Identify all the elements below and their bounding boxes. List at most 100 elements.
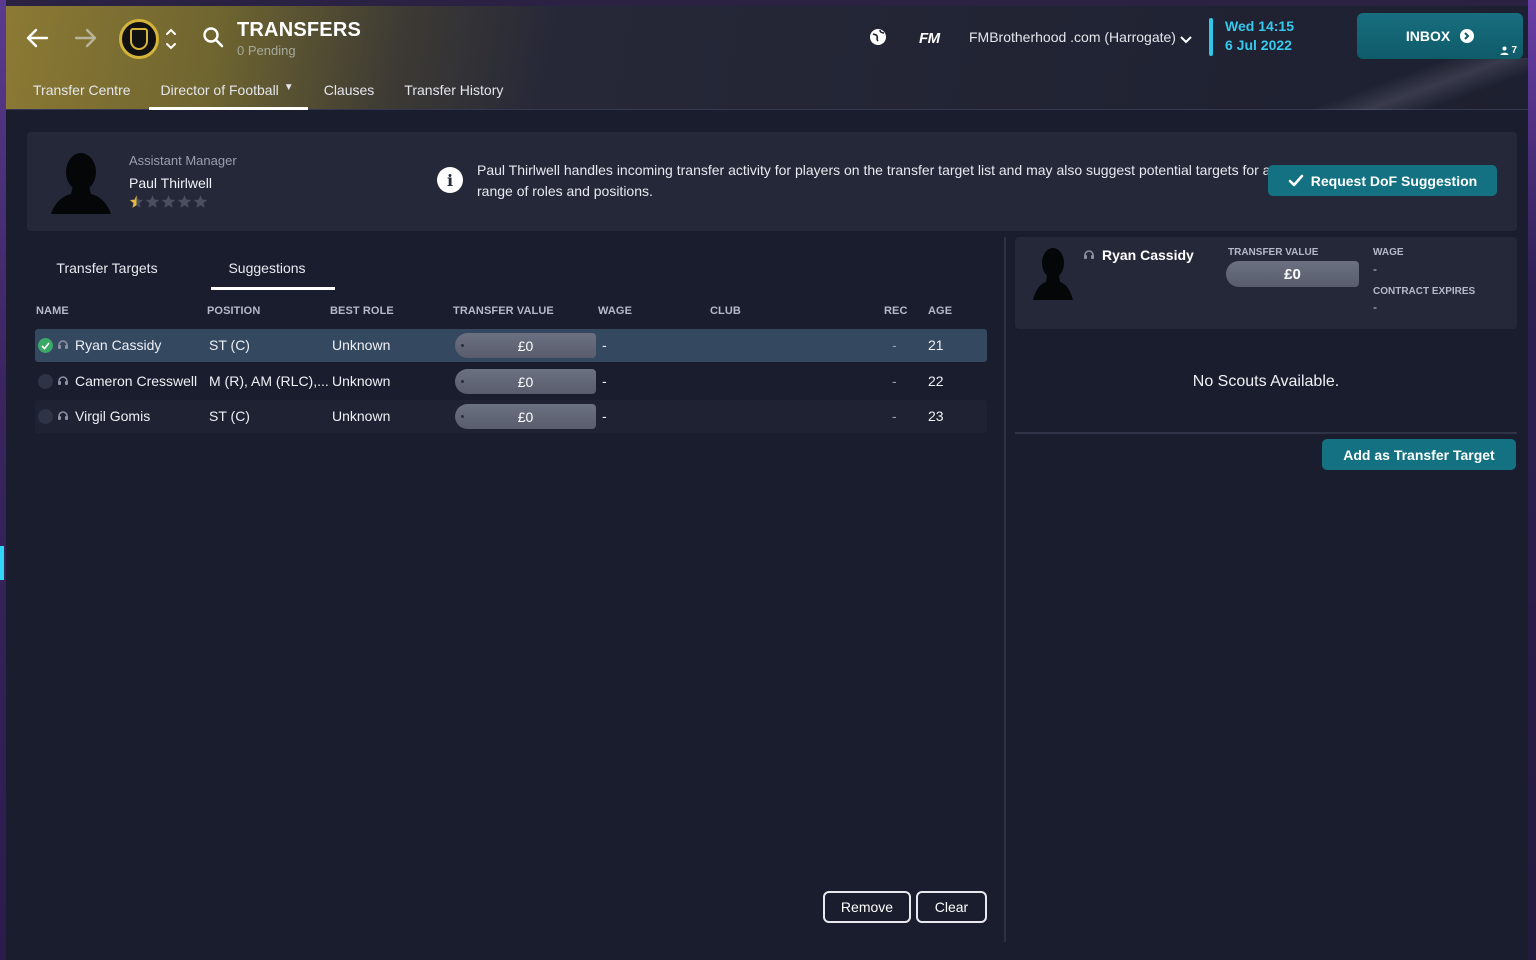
search-button[interactable]: [202, 26, 224, 53]
player-rec: -: [892, 408, 897, 424]
col-header-club[interactable]: CLUB: [710, 305, 741, 317]
staff-avatar[interactable]: [51, 150, 111, 214]
button-label: Clear: [934, 899, 969, 915]
clear-button[interactable]: Clear: [916, 891, 987, 923]
sidebar-indicator: [0, 546, 4, 580]
transfer-value-pill: £0: [455, 369, 596, 394]
tab-transfer-centre[interactable]: Transfer Centre: [33, 82, 131, 110]
player-position: ST (C): [209, 408, 250, 424]
player-best-role: Unknown: [332, 373, 391, 389]
inbox-count: 7: [1511, 45, 1517, 56]
player-name[interactable]: Ryan Cassidy: [1102, 247, 1194, 263]
no-scouts-message: No Scouts Available.: [1192, 373, 1340, 390]
player-avatar[interactable]: [1033, 246, 1073, 300]
transfer-value-label: TRANSFER VALUE: [1228, 247, 1319, 258]
player-age: 23: [928, 408, 944, 424]
add-as-transfer-target-button[interactable]: Add as Transfer Target: [1322, 439, 1516, 470]
inbox-button[interactable]: INBOX 7: [1357, 13, 1523, 59]
staff-role: Assistant Manager: [129, 153, 237, 168]
player-rec: -: [892, 373, 897, 389]
globe-icon: [870, 29, 886, 45]
tab-label: Suggestions: [228, 260, 306, 276]
list-tabs: Transfer Targets Suggestions: [27, 252, 347, 290]
transfer-value-pill: £0: [455, 404, 596, 429]
player-wage: -: [602, 337, 607, 353]
checkmark-icon[interactable]: [38, 338, 53, 353]
game-time: Wed 14:15: [1225, 18, 1294, 34]
club-crest-icon: [130, 28, 148, 50]
tab-transfer-history[interactable]: Transfer History: [404, 82, 503, 110]
chevron-up-down-icon: [166, 28, 176, 50]
tab-suggestions[interactable]: Suggestions: [187, 252, 347, 290]
tab-transfer-targets[interactable]: Transfer Targets: [27, 252, 187, 290]
window-frame-right: [1528, 0, 1536, 960]
wage-label: WAGE: [1373, 247, 1404, 258]
tab-label: Transfer Centre: [33, 82, 131, 98]
col-header-wage[interactable]: WAGE: [598, 305, 632, 317]
value-dot: [461, 344, 464, 347]
save-menu-button[interactable]: [1180, 31, 1192, 49]
button-label: Add as Transfer Target: [1343, 446, 1495, 463]
page-subtitle: 0 Pending: [237, 43, 296, 58]
player-name[interactable]: Virgil Gomis: [75, 408, 150, 424]
header-decoration: [1268, 58, 1528, 110]
player-age: 22: [928, 373, 944, 389]
date-accent-bar: [1209, 18, 1213, 56]
save-game-name[interactable]: FMBrotherhood .com (Harrogate): [969, 29, 1176, 45]
star-icon: [161, 194, 176, 214]
info-icon: i: [437, 167, 463, 193]
window-frame-left: [0, 0, 6, 960]
inbox-count-badge: 7: [1500, 45, 1517, 56]
checkmark-icon: [1288, 174, 1304, 187]
checkmark-icon[interactable]: [38, 374, 53, 389]
tab-label: Transfer Targets: [56, 260, 158, 276]
col-header-rec[interactable]: REC: [884, 305, 908, 317]
transfer-value-pill: £0: [1226, 261, 1359, 287]
search-icon: [203, 27, 224, 48]
headset-icon: [58, 411, 68, 420]
arrow-left-icon: [26, 28, 49, 48]
col-header-position[interactable]: POSITION: [207, 305, 260, 317]
star-icon: [193, 194, 208, 214]
game-date: 6 Jul 2022: [1225, 37, 1292, 53]
arrow-right-icon: [74, 28, 97, 48]
contract-expires-value: -: [1373, 300, 1377, 314]
dof-description: Paul Thirlwell handles incoming transfer…: [477, 162, 1271, 199]
player-best-role: Unknown: [332, 408, 391, 424]
table-row[interactable]: Cameron Cresswell M (R), AM (RLC),... Unkn…: [35, 365, 987, 398]
staff-name[interactable]: Paul Thirlwell: [129, 175, 212, 191]
tab-label: Clauses: [323, 82, 375, 98]
star-icon: [177, 194, 192, 214]
forward-button[interactable]: [72, 24, 100, 52]
transfer-value: £0: [517, 337, 534, 354]
checkmark-icon[interactable]: [38, 409, 53, 424]
world-button[interactable]: [868, 27, 888, 52]
transfer-value: £0: [517, 373, 534, 390]
tab-director-of-football[interactable]: Director of Football ▼: [148, 82, 308, 110]
player-wage: -: [602, 373, 607, 389]
back-button[interactable]: [23, 24, 51, 52]
club-badge[interactable]: [119, 19, 159, 59]
player-name[interactable]: Ryan Cassidy: [75, 337, 161, 353]
col-header-name[interactable]: NAME: [36, 305, 69, 317]
fm-logo[interactable]: FM: [919, 30, 940, 47]
value-dot: [461, 415, 464, 418]
club-switcher[interactable]: [164, 24, 178, 54]
col-header-transfer-value[interactable]: TRANSFER VALUE: [453, 305, 554, 317]
remove-button[interactable]: Remove: [823, 891, 911, 923]
table-row[interactable]: Virgil Gomis ST (C) Unknown £0 - - 23: [35, 400, 987, 433]
player-position: M (R), AM (RLC),...: [209, 373, 329, 389]
col-header-best-role[interactable]: BEST ROLE: [330, 305, 394, 317]
col-header-age[interactable]: AGE: [928, 305, 952, 317]
player-name[interactable]: Cameron Cresswell: [75, 373, 197, 389]
tab-label: Director of Football: [160, 82, 279, 98]
table-row[interactable]: Ryan Cassidy ST (C) Unknown £0 - - 21: [35, 329, 987, 362]
request-dof-suggestion-button[interactable]: Request DoF Suggestion: [1268, 165, 1497, 196]
transfer-value-pill: £0: [455, 333, 596, 358]
contract-expires-label: CONTRACT EXPIRES: [1373, 286, 1476, 297]
detail-divider: [1015, 432, 1517, 434]
inbox-label: INBOX: [1405, 28, 1451, 44]
tab-clauses[interactable]: Clauses: [324, 82, 375, 110]
player-wage: -: [602, 408, 607, 424]
tab-label: Transfer History: [404, 82, 504, 98]
